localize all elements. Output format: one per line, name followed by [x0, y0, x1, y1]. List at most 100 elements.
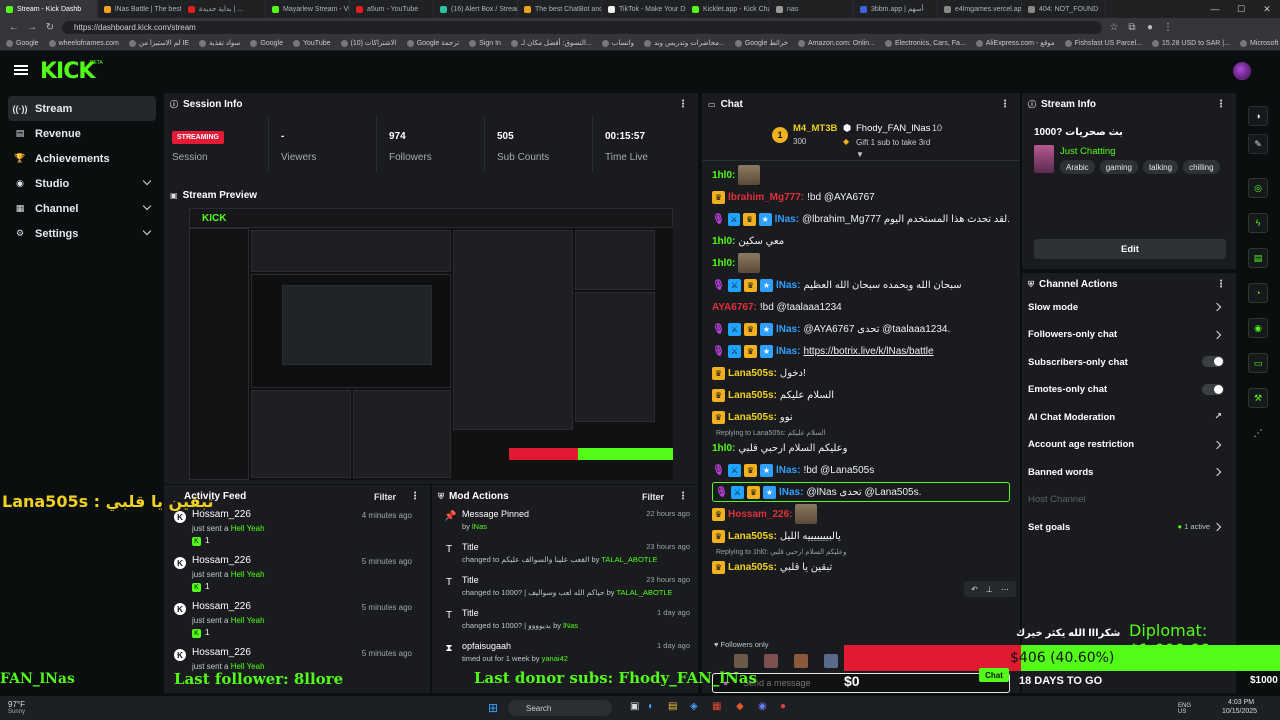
channel-action-subscribers-only-chat[interactable]: Subscribers-only chat — [1028, 352, 1224, 372]
hamburger-icon[interactable] — [14, 65, 28, 75]
category-link[interactable]: Just Chatting — [1060, 146, 1115, 157]
bookmark-item[interactable]: واتساب — [601, 39, 634, 47]
sidebar-item-revenue[interactable]: ▤ Revenue — [8, 121, 156, 146]
document-icon[interactable]: ▤ — [1248, 248, 1268, 268]
browser-tab[interactable]: lNas Battle | The best — [98, 0, 182, 18]
kebab-icon[interactable]: ⋮ — [410, 491, 420, 502]
mod-action-user[interactable]: yanai42 — [542, 654, 568, 663]
chat-username[interactable]: 1hl0: — [712, 443, 735, 454]
toggle-switch[interactable] — [1202, 383, 1224, 395]
url-input[interactable]: https://dashboard.kick.com/stream — [62, 20, 1102, 34]
browser-tab[interactable]: بداية جديدة | ... — [182, 0, 266, 18]
chat-message[interactable]: 1hl0: معي سكين — [712, 231, 1010, 251]
close-icon[interactable]: ✕ — [1254, 0, 1280, 18]
browser-tab[interactable]: TikTok - Make Your D — [602, 0, 686, 18]
channel-action-ai-chat-moderation[interactable]: AI Chat Moderation ↗ — [1028, 407, 1224, 427]
mod-action-user[interactable]: lNas — [563, 621, 578, 630]
follower-avatar[interactable] — [794, 654, 808, 668]
sidebar-item-channel[interactable]: ▦ Channel — [8, 196, 156, 221]
chat-input[interactable] — [743, 677, 983, 689]
mod-action-user[interactable]: lNas — [472, 522, 487, 531]
chat-username[interactable]: Hossam_226: — [728, 509, 792, 520]
pencil-icon[interactable]: ✎ — [1248, 134, 1268, 154]
chat-username[interactable]: AYA6767: — [712, 302, 757, 313]
bookmark-item[interactable]: (10) الاشتراكات — [340, 39, 397, 47]
broadcast-icon[interactable]: ◉ — [1248, 318, 1268, 338]
task-view-icon[interactable]: ▣ — [630, 701, 639, 712]
channel-action-followers-only-chat[interactable]: Followers-only chat — [1028, 325, 1224, 345]
chat-username[interactable]: lNas: — [776, 465, 800, 476]
kebab-icon[interactable]: ⋮ — [678, 99, 688, 110]
browser-tab[interactable]: Stream - Kick Dashb — [0, 0, 98, 18]
brave-icon[interactable]: ◆ — [736, 701, 744, 712]
chat-message[interactable]: ♛ Lana505s: نوو — [712, 407, 1010, 427]
star-icon[interactable]: ☆ — [1108, 22, 1120, 33]
chat-username[interactable]: lNas: — [779, 487, 803, 498]
discord-icon[interactable]: ◉ — [758, 701, 767, 712]
channel-action-slow-mode[interactable]: Slow mode — [1028, 297, 1224, 317]
sidebar-item-stream[interactable]: ((·)) Stream — [8, 96, 156, 121]
chat-message[interactable]: ♛ lbrahim_Mg777: !bd @AYA6767 — [712, 187, 1010, 207]
chat-username[interactable]: Lana505s: — [728, 368, 777, 379]
chat-username[interactable]: Lana505s: — [728, 562, 777, 573]
bookmark-item[interactable]: Fishsfast US Parcel... — [1064, 39, 1142, 47]
chat-message[interactable]: 🎙 ⚔ ♛ ★ lNas: @lNas تحدى @Lana505s. — [712, 482, 1010, 502]
chat-username[interactable]: lNas: — [775, 214, 799, 225]
chat-username[interactable]: Lana505s: — [728, 390, 777, 401]
id-card-icon[interactable]: ▭ — [1248, 353, 1268, 373]
language-indicator[interactable]: ENG US — [1178, 703, 1198, 715]
bookmark-item[interactable]: AliExpress.com - موقع — [975, 39, 1055, 47]
filter-button[interactable]: Filter — [642, 492, 664, 502]
kebab-icon[interactable]: ⋮ — [1216, 99, 1226, 110]
kick-logo[interactable]: KICK — [40, 59, 95, 84]
bookmark-item[interactable]: wheelofnames.com — [48, 39, 119, 47]
feed-user[interactable]: Hossam_226 — [192, 555, 251, 566]
windows-start-icon[interactable]: ⊞ — [488, 701, 502, 715]
edit-button[interactable]: Edit — [1034, 239, 1226, 259]
stream-tag[interactable]: Arabic — [1060, 160, 1095, 174]
bookmark-item[interactable]: سواد تقذية — [199, 39, 240, 47]
camera-icon[interactable]: ◎ — [1248, 178, 1268, 198]
bookmark-item[interactable]: التسوق: أفضل مكان لـ... — [510, 39, 592, 47]
theme-toggle-icon[interactable]: ◑ — [1248, 106, 1268, 126]
bookmark-item[interactable]: Microsoft Learning — [1239, 39, 1280, 47]
chat-username[interactable]: lbrahim_Mg777: — [728, 192, 804, 203]
feed-user[interactable]: Hossam_226 — [192, 601, 251, 612]
chat-message[interactable]: ♛ Lana505s: السلام عليكم — [712, 385, 1010, 405]
maximize-icon[interactable]: ☐ — [1228, 0, 1254, 18]
taskbar-search[interactable]: Search — [508, 700, 612, 716]
follower-avatar[interactable] — [824, 654, 838, 668]
browser-tab[interactable]: 404: NOT_FOUND — [1022, 0, 1106, 18]
chat-message[interactable]: ♛ Lana505s: يالبيييييييه الليل — [712, 526, 1010, 546]
obs-icon[interactable]: ● — [780, 701, 786, 712]
wrench-icon[interactable]: ⚒ — [1248, 388, 1268, 408]
chat-message[interactable]: 🎙 ⚔ ♛ ★ lNas: !bd @Lana505s — [712, 460, 1010, 480]
kebab-icon[interactable]: ⋮ — [1216, 279, 1226, 290]
bookmark-item[interactable]: محاضرات وتدريس وند... — [644, 39, 725, 47]
chat-message[interactable]: 🎙 ⚔ ♛ ★ lNas: https://botrix.live/k/lNas/batt… — [712, 341, 1010, 361]
channel-action-banned-words[interactable]: Banned words — [1028, 462, 1224, 482]
chat-send-button[interactable]: Chat — [979, 668, 1009, 682]
browser-tab[interactable]: a5um - YouTube — [350, 0, 434, 18]
bookmark-item[interactable]: YouTube — [292, 39, 331, 47]
forward-icon[interactable]: → — [26, 22, 38, 33]
bookmark-item[interactable]: 15.28 USD to SAR |... — [1151, 39, 1230, 47]
avatar[interactable] — [1233, 62, 1251, 80]
chat-username[interactable]: lNas: — [776, 280, 800, 291]
clock-time[interactable]: 4:03 PM — [1228, 699, 1254, 706]
channel-action-account-age-restriction[interactable]: Account age restriction — [1028, 435, 1224, 455]
chat-message[interactable]: ♛ Lana505s: تبقين يا قلبي — [712, 557, 1010, 577]
filter-button[interactable]: Filter — [374, 492, 396, 502]
bookmark-item[interactable]: Google ترجمة — [406, 39, 459, 47]
kebab-icon[interactable]: ⋮ — [1000, 99, 1010, 110]
browser-tab[interactable]: e4lmgames.vercel.app — [938, 0, 1022, 18]
expand-icon[interactable]: ▼ — [856, 150, 864, 159]
chat-message[interactable]: ♛ Hossam_226: — [712, 504, 1010, 524]
chat-message[interactable]: 1hl0: وعليكم السلام ارحبي قلبي — [712, 438, 1010, 458]
top-gifter-name[interactable]: M4_MT3B — [793, 123, 837, 134]
channel-action-emotes-only-chat[interactable]: Emotes-only chat — [1028, 380, 1224, 400]
browser-tab[interactable]: The best ChatBot and — [518, 0, 602, 18]
category-thumbnail[interactable] — [1034, 145, 1054, 173]
browser-tab[interactable]: 3bbm.app | أسهم — [854, 0, 938, 18]
browser-tab[interactable]: Mayarlew Stream - Vi — [266, 0, 350, 18]
